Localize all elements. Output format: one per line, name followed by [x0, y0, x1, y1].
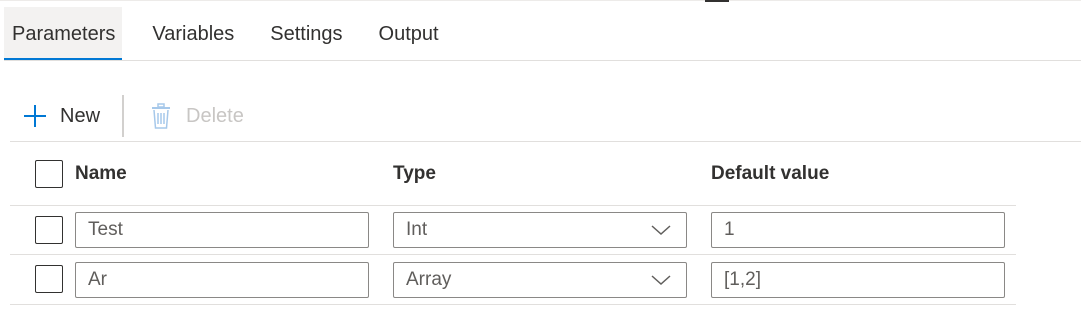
- delete-button-label: Delete: [186, 104, 244, 127]
- tab-output[interactable]: Output: [371, 7, 457, 61]
- tab-bar: Parameters Variables Settings Output: [4, 7, 467, 61]
- parameter-name-input[interactable]: Test: [75, 212, 369, 248]
- plus-icon: [22, 103, 48, 129]
- parameter-type-select[interactable]: Int: [393, 212, 687, 248]
- tab-settings[interactable]: Settings: [262, 7, 360, 61]
- select-all-checkbox[interactable]: [35, 160, 63, 188]
- top-border: [0, 0, 1081, 1]
- tab-variables[interactable]: Variables: [144, 7, 252, 61]
- chevron-down-icon: [650, 223, 672, 237]
- toolbar: New Delete: [22, 95, 244, 137]
- parameter-type-select[interactable]: Array: [393, 262, 687, 298]
- delete-button[interactable]: Delete: [148, 103, 244, 129]
- top-marker: [705, 0, 729, 2]
- new-button[interactable]: New: [22, 103, 100, 129]
- row-checkbox[interactable]: [35, 265, 63, 293]
- row-checkbox[interactable]: [35, 216, 63, 244]
- new-button-label: New: [60, 104, 101, 127]
- parameter-name-input[interactable]: Ar: [75, 262, 369, 298]
- row-divider: [10, 254, 1016, 255]
- tab-parameters[interactable]: Parameters: [4, 7, 123, 61]
- row-divider: [10, 304, 1016, 305]
- toolbar-divider: [10, 141, 1081, 142]
- toolbar-separator: [122, 95, 125, 137]
- header-divider: [10, 205, 1016, 206]
- trash-icon: [148, 103, 174, 129]
- parameter-type-value: Array: [406, 269, 452, 290]
- column-header-default-value[interactable]: Default value: [711, 163, 829, 185]
- parameter-default-value-input[interactable]: 1: [711, 212, 1005, 248]
- parameter-type-value: Int: [406, 219, 428, 240]
- column-header-name[interactable]: Name: [75, 163, 127, 185]
- tab-bar-divider: [4, 60, 1081, 61]
- column-header-type[interactable]: Type: [393, 163, 436, 185]
- parameter-default-value-input[interactable]: [1,2]: [711, 262, 1005, 298]
- chevron-down-icon: [650, 273, 672, 287]
